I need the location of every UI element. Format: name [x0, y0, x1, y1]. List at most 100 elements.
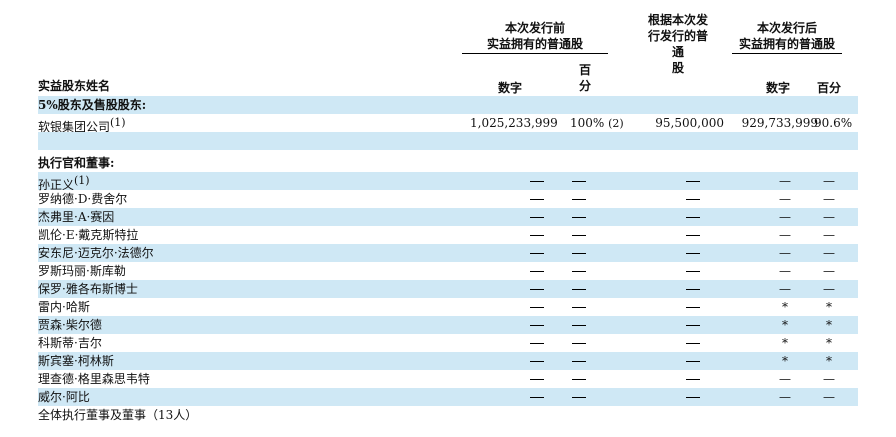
table-row: 贾森·柴尔德 * * [38, 316, 858, 334]
pre-number-cell [530, 227, 544, 243]
officer-name: 贾森·柴尔德 [38, 317, 102, 333]
post-percent-cell: — [823, 210, 835, 224]
pre-number-cell [530, 173, 544, 189]
section-officers-directors: 执行官和董事: [38, 154, 858, 172]
table-row: 保罗·雅各布斯博士 — — [38, 280, 858, 298]
pre-percent-cell [572, 317, 586, 333]
pre-percent-cell: 100% (2) [570, 115, 626, 132]
dash-mark [572, 325, 586, 326]
dash-mark [686, 379, 700, 380]
post-percent-cell: — [823, 228, 835, 242]
dash-mark [572, 253, 586, 254]
table-row-total: 全体执行董事及董事（13人） [38, 406, 858, 424]
post-percent-cell: * [826, 336, 832, 350]
post-number-cell: — [779, 228, 791, 242]
officer-name: 保罗·雅各布斯博士 [38, 281, 138, 297]
offered-header-line3: 通 [671, 45, 684, 59]
officer-name: 斯宾塞·柯林斯 [38, 353, 114, 369]
post-number-cell: * [782, 318, 788, 332]
pre-number-cell [530, 371, 544, 387]
officer-name-text: 理查德·格里森思韦特 [38, 372, 150, 386]
dash-mark [530, 289, 544, 290]
section-major-holders: 5%股东及售股股东: [38, 96, 858, 114]
pre-number-cell [530, 245, 544, 261]
post-number-cell: — [779, 192, 791, 206]
table-row: 安东尼·迈克尔·法德尔 — — [38, 244, 858, 262]
pre-offering-header: 本次发行前 实益拥有的普通股 [462, 20, 608, 54]
pre-number-cell [530, 209, 544, 225]
officer-name-text: 斯宾塞·柯林斯 [38, 354, 114, 368]
officer-name-text: 罗斯玛丽·斯库勒 [38, 264, 126, 278]
post-percent-cell: — [823, 372, 835, 386]
pre-number-cell [530, 335, 544, 351]
footnote-ref: (2) [608, 117, 624, 130]
table-row: 理查德·格里森思韦特 — — [38, 370, 858, 388]
offered-header-line2: 行发行的普 [647, 29, 708, 43]
offered-cell [686, 371, 700, 387]
dash-mark [572, 343, 586, 344]
offered-cell [686, 227, 700, 243]
dash-mark [686, 361, 700, 362]
officer-name-text: 雷内·哈斯 [38, 300, 90, 314]
post-percent-cell: — [823, 192, 835, 206]
offered-cell [686, 209, 700, 225]
offered-cell [686, 281, 700, 297]
offered-cell [686, 335, 700, 351]
post-percent-cell: — [823, 246, 835, 260]
officer-name: 罗纳德·D·费舍尔 [38, 191, 127, 207]
dash-mark [572, 181, 586, 182]
pre-percent-header-line2: 分 [578, 79, 591, 93]
table-row: 罗纳德·D·费舍尔 — — [38, 190, 858, 208]
officer-name: 凯伦·E·戴克斯特拉 [38, 227, 138, 243]
offered-cell [686, 191, 700, 207]
officer-name-text: 威尔·阿比 [38, 390, 90, 404]
pre-number-cell [530, 389, 544, 405]
total-row-label: 全体执行董事及董事（13人） [38, 408, 198, 422]
post-percent-cell: 90.6% [814, 116, 853, 130]
pre-percent-cell [572, 371, 586, 387]
pre-percent-cell [572, 299, 586, 315]
table-row: 斯宾塞·柯林斯 * * [38, 352, 858, 370]
pre-percent-cell [572, 263, 586, 279]
pre-number-cell [530, 353, 544, 369]
dash-mark [572, 199, 586, 200]
pre-percent-cell [572, 245, 586, 261]
dash-mark [530, 217, 544, 218]
section-officers-directors-label: 执行官和董事: [38, 156, 115, 170]
offered-cell [686, 263, 700, 279]
section-major-holders-label: 5%股东及售股股东: [38, 98, 147, 112]
post-percent-cell: — [823, 264, 835, 278]
post-percent-cell: * [826, 318, 832, 332]
table-row: 孙正义(1) — — [38, 172, 858, 192]
post-number-cell: * [782, 336, 788, 350]
post-percent-cell: * [826, 354, 832, 368]
dash-mark [686, 271, 700, 272]
pre-number-cell [530, 299, 544, 315]
dash-mark [572, 271, 586, 272]
offered-cell [686, 299, 700, 315]
pre-number-column-header: 数字 [497, 81, 522, 95]
post-number-cell: — [779, 210, 791, 224]
dash-mark [686, 253, 700, 254]
dash-mark [686, 397, 700, 398]
table-row: 威尔·阿比 — — [38, 388, 858, 406]
pre-offering-header-line2: 实益拥有的普通股 [462, 36, 608, 54]
dash-mark [686, 199, 700, 200]
offered-header-line1: 根据本次发 [647, 13, 708, 27]
pre-percent-cell [572, 191, 586, 207]
officer-name-text: 凯伦·E·戴克斯特拉 [38, 228, 139, 242]
pre-percent-header-line1: 百 [578, 63, 591, 77]
officer-name-text: 杰弗里·A·赛因 [38, 210, 115, 224]
post-number-cell: — [779, 246, 791, 260]
pre-percent-cell [572, 281, 586, 297]
dash-mark [530, 397, 544, 398]
officer-name: 威尔·阿比 [38, 389, 90, 405]
dash-mark [530, 325, 544, 326]
offered-cell [686, 317, 700, 333]
dash-mark [686, 325, 700, 326]
officer-name: 罗斯玛丽·斯库勒 [38, 263, 126, 279]
pre-number-cell [530, 317, 544, 333]
officer-name: 科斯蒂·吉尔 [38, 335, 102, 351]
dash-mark [686, 217, 700, 218]
offered-cell [686, 245, 700, 261]
